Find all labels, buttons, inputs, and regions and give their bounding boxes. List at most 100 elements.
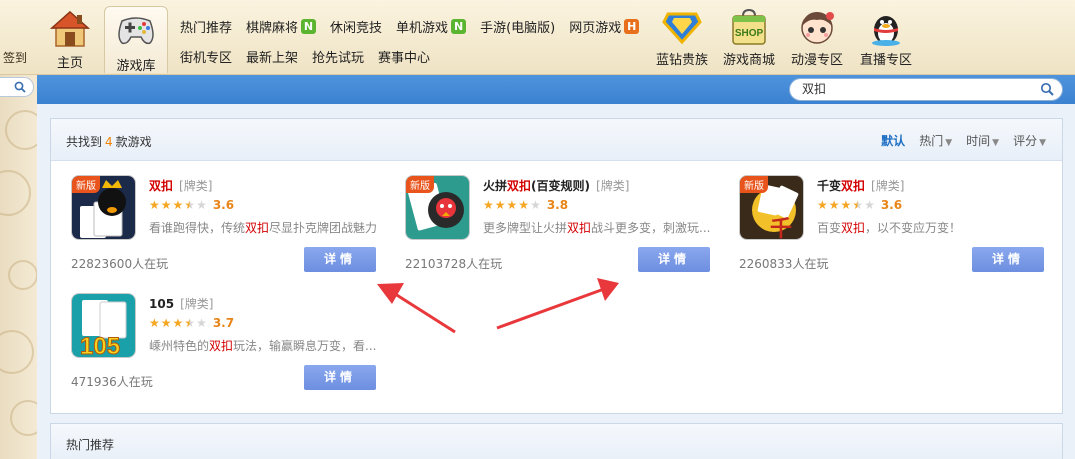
nav-anime-zone-label: 动漫专区: [790, 53, 843, 68]
star-icon: ★: [828, 198, 840, 212]
game-description-highlight: 双扣: [841, 221, 866, 235]
game-description-post: 玩法，输赢瞬息万变，看...: [233, 339, 377, 353]
game-title[interactable]: 105 [牌类]: [149, 295, 213, 312]
star-icon: ★: [840, 198, 852, 212]
details-button[interactable]: 详情: [304, 247, 376, 272]
sidebar-search-button[interactable]: [0, 77, 34, 97]
sort-option[interactable]: 时间 ▼: [966, 132, 999, 149]
star-half-icon: ★: [852, 198, 864, 212]
player-count: 22823600人在玩: [71, 257, 169, 271]
star-icon: ★: [196, 198, 207, 212]
qq-penguin-icon: [866, 8, 906, 46]
game-description-post: 战斗更多变，刺激玩...: [591, 221, 711, 235]
game-description: 嵊州特色的双扣玩法，输赢瞬息万变，看...: [149, 337, 377, 354]
game-rating: ★ ★ ★ ★ ★ 3.6: [817, 198, 902, 212]
submenu-item[interactable]: 最新上架: [246, 47, 298, 66]
submenu-item[interactable]: 网页游戏 H: [569, 17, 640, 36]
sort-option[interactable]: 热门 ▼: [919, 132, 952, 149]
nav-game-shop-label: 游戏商城: [722, 53, 775, 68]
game-description-highlight: 双扣: [209, 339, 234, 353]
submenu-item[interactable]: 热门推荐: [180, 17, 232, 36]
nav-anime-zone[interactable]: 动漫专区: [785, 8, 849, 68]
hot-recommend-section: 热门推荐: [50, 423, 1063, 459]
game-title-highlight: 双扣: [507, 179, 532, 193]
nav-game-library-label: 游戏库: [116, 59, 156, 74]
sort-options: 默认 热门 ▼ 时间 ▼ 评分 ▼: [881, 132, 1046, 149]
star-icon: ★: [530, 198, 541, 212]
game-description-highlight: 双扣: [245, 221, 270, 235]
submenu-item[interactable]: 单机游戏 N: [396, 17, 467, 36]
submenu-item[interactable]: 休闲竞技: [330, 17, 382, 36]
signin-link[interactable]: 签到: [3, 49, 27, 66]
game-card: 新版 千 千变双扣 [牌类] ★ ★ ★ ★ ★ 3.6 百变双扣，以不变应万变！ 2260…: [739, 175, 1045, 275]
sort-option[interactable]: 默认: [881, 132, 905, 149]
star-icon: ★: [196, 316, 207, 330]
home-icon: [50, 10, 90, 48]
game-score: 3.6: [880, 198, 903, 212]
results-count-suffix: 款游戏: [115, 135, 152, 149]
results-area: 共找到 4 款游戏 默认 热门 ▼ 时间 ▼ 评分 ▼ 新版 双扣 [牌类] ★ ★ ★ ★ ★ 3.6 看…: [37, 104, 1075, 459]
submenu-item[interactable]: 街机专区: [180, 47, 232, 66]
details-button[interactable]: 详情: [304, 365, 376, 390]
submenu-item-label: 抢先试玩: [312, 50, 365, 66]
star-icon: ★: [172, 316, 184, 330]
results-count: 共找到 4 款游戏: [66, 133, 152, 150]
new-version-badge: 新版: [406, 176, 434, 193]
game-title[interactable]: 千变双扣 [牌类]: [817, 177, 904, 194]
submenu-item[interactable]: 棋牌麻将 N: [246, 17, 317, 36]
details-button[interactable]: 详情: [638, 247, 710, 272]
search-input[interactable]: 双扣: [789, 78, 1063, 101]
star-icon: ★: [172, 198, 184, 212]
game-thumbnail[interactable]: 新版 千: [739, 175, 804, 240]
gamepad-icon: [116, 13, 156, 51]
nav-game-library[interactable]: 游戏库: [104, 6, 168, 74]
svg-text:SHOP: SHOP: [735, 28, 764, 39]
game-thumbnail[interactable]: 105: [71, 293, 136, 358]
game-description-pre: 嵊州特色的: [149, 339, 210, 353]
game-description-highlight: 双扣: [567, 221, 592, 235]
game-title-post: (百变规则): [531, 179, 591, 193]
shop-bag-icon: SHOP: [729, 8, 769, 46]
sort-option-label: 默认: [881, 134, 906, 148]
submenu-item[interactable]: 抢先试玩: [312, 47, 364, 66]
star-icon: ★: [149, 198, 160, 212]
game-card: 105 105 [牌类] ★ ★ ★ ★ ★ 3.7 嵊州特色的双扣玩法，输赢瞬息万变，看.…: [71, 293, 377, 393]
game-description: 更多牌型让火拼双扣战斗更多变，刺激玩...: [483, 219, 711, 236]
nav-live-zone-label: 直播专区: [859, 53, 912, 68]
player-count: 22103728人在玩: [405, 257, 503, 271]
game-title[interactable]: 火拼双扣(百变规则) [牌类]: [483, 177, 629, 194]
results-header: 共找到 4 款游戏 默认 热门 ▼ 时间 ▼ 评分 ▼: [51, 119, 1062, 161]
game-category: [牌类]: [596, 179, 630, 193]
submenu-item[interactable]: 赛事中心: [378, 47, 430, 66]
game-category: [牌类]: [179, 179, 213, 193]
nav-blue-diamond-label: 蓝钻贵族: [655, 53, 708, 68]
submenu-item[interactable]: 手游(电脑版): [480, 17, 555, 36]
submenu-item-label: 街机专区: [180, 50, 233, 66]
nav-live-zone[interactable]: 直播专区: [854, 8, 918, 68]
nav-game-shop[interactable]: SHOP 游戏商城: [717, 8, 781, 68]
game-title-pre: 105: [149, 297, 175, 311]
anime-character-icon: [797, 8, 837, 46]
game-rating: ★ ★ ★ ★ ★ 3.8: [483, 198, 568, 212]
game-thumbnail[interactable]: 新版: [405, 175, 470, 240]
game-title-pre: 火拼: [483, 179, 508, 193]
details-button[interactable]: 详情: [972, 247, 1044, 272]
game-description: 百变双扣，以不变应万变！: [817, 219, 1045, 236]
game-card: 新版 双扣 [牌类] ★ ★ ★ ★ ★ 3.6 看谁跑得快，传统双扣尽显扑克牌团战魅力 2…: [71, 175, 377, 275]
game-rating: ★ ★ ★ ★ ★ 3.7: [149, 316, 234, 330]
sort-option[interactable]: 评分 ▼: [1013, 132, 1046, 149]
nav-home[interactable]: 主页: [44, 10, 96, 71]
sort-arrow-icon: ▼: [992, 138, 1000, 148]
nav-blue-diamond[interactable]: 蓝钻贵族: [650, 8, 714, 68]
game-title[interactable]: 双扣 [牌类]: [149, 177, 212, 194]
submenu-badge: H: [624, 18, 640, 34]
submenu-item-label: 手游(电脑版): [480, 20, 556, 36]
hot-recommend-title: 热门推荐: [66, 438, 115, 452]
submenu-item-label: 赛事中心: [378, 50, 431, 66]
submenu-item-label: 最新上架: [246, 50, 299, 66]
blue-diamond-icon: [662, 8, 702, 46]
game-thumbnail[interactable]: 新版: [71, 175, 136, 240]
game-category: [牌类]: [871, 179, 905, 193]
search-icon[interactable]: [1040, 82, 1054, 103]
submenu-badge: N: [451, 18, 467, 34]
